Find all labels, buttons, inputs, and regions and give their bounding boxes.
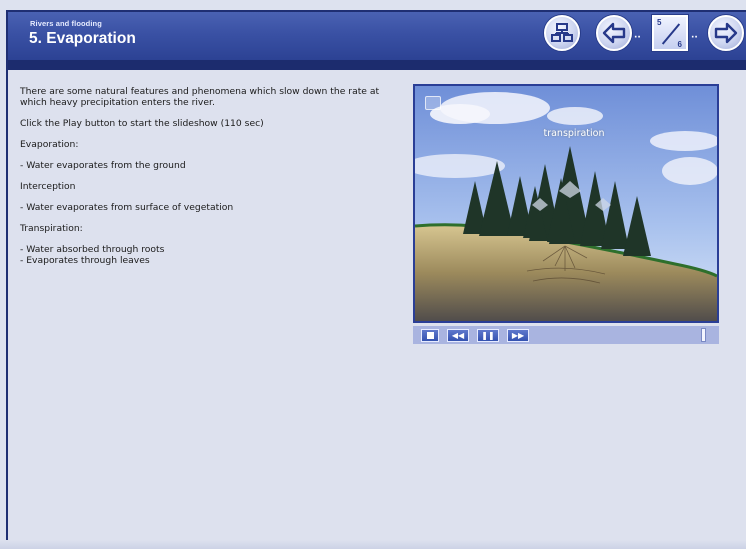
- fast-forward-button[interactable]: ▶▶: [507, 329, 529, 342]
- navigation-bar: ·· 5 6 ··: [544, 15, 744, 55]
- title-bar: Rivers and flooding 5. Evaporation ·· 5 …: [8, 12, 746, 60]
- pause-button[interactable]: ❚❚: [477, 329, 499, 342]
- page-title: 5. Evaporation: [29, 30, 136, 47]
- previous-page-button[interactable]: [596, 15, 632, 51]
- next-page-button[interactable]: [708, 15, 744, 51]
- transpiration-illustration: [415, 86, 717, 321]
- current-page-number: 5: [657, 18, 662, 27]
- play-instruction: Click the Play button to start the slide…: [20, 118, 264, 129]
- section-heading-transpiration: Transpiration:: [20, 223, 83, 234]
- fast-forward-icon: ▶▶: [511, 330, 525, 340]
- playback-controls: ◀◀ ❚❚ ▶▶: [413, 326, 719, 344]
- arrow-left-icon: [602, 22, 626, 44]
- lesson-text: There are some natural features and phen…: [20, 86, 380, 276]
- pause-icon: ❚❚: [481, 330, 495, 340]
- rewind-button[interactable]: ◀◀: [447, 329, 469, 342]
- rewind-icon: ◀◀: [451, 330, 465, 340]
- section-body-interception: - Water evaporates from surface of veget…: [20, 202, 234, 213]
- bottom-edge: [0, 540, 746, 549]
- slideshow-progress-track[interactable]: [535, 326, 719, 344]
- intro-paragraph: There are some natural features and phen…: [20, 86, 380, 108]
- viewer-corner-icon: [425, 96, 441, 110]
- header-divider: [8, 60, 746, 70]
- slideshow-viewer: transpiration: [413, 84, 719, 323]
- section-body-transpiration-2: - Evaporates through leaves: [20, 255, 150, 266]
- nav-separator: ··: [691, 33, 698, 43]
- arrow-right-icon: [714, 22, 738, 44]
- section-body-evaporation: - Water evaporates from the ground: [20, 160, 186, 171]
- scene-caption: transpiration: [543, 128, 605, 139]
- section-heading-interception: Interception: [20, 181, 76, 192]
- page-indicator: 5 6: [652, 15, 688, 51]
- stop-button[interactable]: [421, 329, 439, 342]
- total-page-number: 6: [677, 40, 682, 49]
- sitemap-icon: [551, 23, 573, 42]
- app-frame: Rivers and flooding 5. Evaporation ·· 5 …: [0, 0, 746, 549]
- slideshow-progress-handle[interactable]: [701, 328, 706, 342]
- stop-icon: [426, 332, 434, 339]
- nav-separator: ··: [634, 33, 641, 43]
- menu-button[interactable]: [544, 15, 580, 51]
- module-subtitle: Rivers and flooding: [30, 19, 102, 28]
- section-heading-evaporation: Evaporation:: [20, 139, 79, 150]
- section-body-transpiration-1: - Water absorbed through roots: [20, 244, 165, 255]
